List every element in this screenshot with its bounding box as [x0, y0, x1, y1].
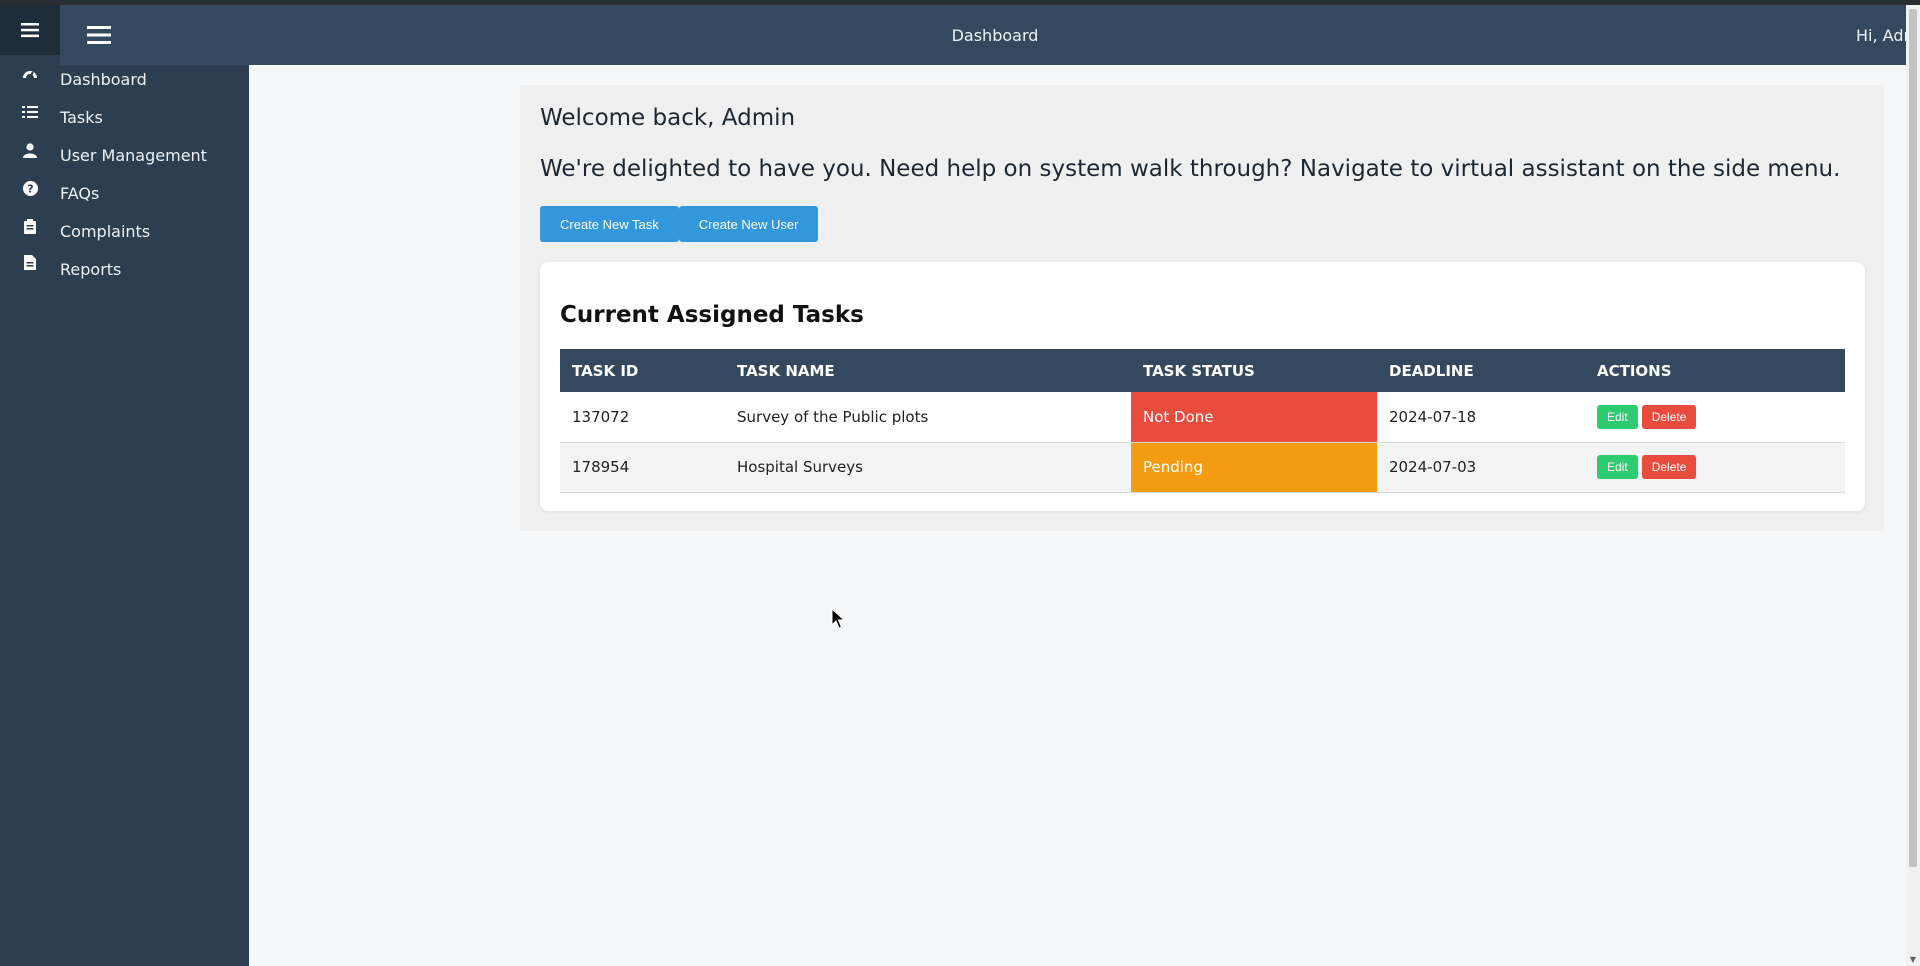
menu-icon: [21, 23, 39, 38]
menu-icon: [87, 26, 111, 44]
sidebar-item-label: FAQs: [60, 183, 100, 203]
scroll-down-icon[interactable]: ▼: [1906, 952, 1920, 966]
sidebar-item-faqs[interactable]: FAQs: [60, 174, 249, 212]
task-name-cell: Survey of the Public plots: [725, 392, 1131, 443]
edit-button[interactable]: Edit: [1597, 455, 1638, 479]
page-scrollbar[interactable]: ▲ ▼: [1906, 5, 1920, 966]
welcome-message: We're delighted to have you. Need help o…: [540, 156, 1841, 182]
sidebar-item-label: Dashboard: [60, 69, 147, 89]
sidebar-item-dashboard[interactable]: Dashboard: [60, 60, 249, 98]
table-row: 178954 Hospital Surveys Pending 2024-07-…: [560, 442, 1845, 493]
column-header-actions: ACTIONS: [1585, 349, 1845, 392]
welcome-panel: Welcome back, Admin We're delighted to h…: [520, 85, 1884, 531]
question-circle-icon[interactable]: ?: [0, 169, 60, 207]
hamburger-menu-button[interactable]: [84, 20, 114, 50]
column-header-task-id: TASK ID: [560, 349, 725, 392]
rail-menu-toggle[interactable]: [0, 5, 60, 55]
deadline-cell: 2024-07-03: [1377, 442, 1585, 493]
file-icon[interactable]: [0, 243, 60, 281]
edit-button[interactable]: Edit: [1597, 404, 1638, 429]
user-greeting[interactable]: Hi, Admin: [1856, 5, 1906, 65]
svg-text:?: ?: [27, 182, 33, 195]
create-new-task-button[interactable]: Create New Task: [540, 206, 679, 242]
deadline-cell: 2024-07-18: [1377, 392, 1585, 443]
delete-button[interactable]: Delete: [1641, 455, 1697, 479]
sidebar-item-label: Tasks: [60, 107, 103, 127]
sidebar-item-label: User Management: [60, 145, 207, 165]
sidebar-item-user-management[interactable]: User Management: [60, 136, 249, 174]
sidebar-item-label: Reports: [60, 259, 122, 279]
tasks-card: Current Assigned Tasks TASK ID TASK NAME…: [540, 262, 1865, 511]
task-name-cell: Hospital Surveys: [725, 442, 1131, 493]
dashboard-icon[interactable]: [0, 55, 60, 93]
scroll-thumb[interactable]: [1909, 9, 1917, 867]
tasks-list-icon[interactable]: [0, 93, 60, 131]
user-icon[interactable]: [0, 131, 60, 169]
welcome-title: Welcome back, Admin: [540, 105, 796, 131]
table-header-row: TASK ID TASK NAME TASK STATUS DEADLINE A…: [560, 349, 1845, 392]
sidebar-item-complaints[interactable]: Complaints: [60, 212, 249, 250]
create-new-user-button[interactable]: Create New User: [678, 206, 819, 242]
sidebar-item-tasks[interactable]: Tasks: [60, 98, 249, 136]
actions-cell: Edit Delete: [1585, 442, 1845, 493]
delete-button[interactable]: Delete: [1641, 404, 1697, 429]
column-header-task-status: TASK STATUS: [1131, 349, 1377, 392]
sidebar: ? Dashboard Tasks User Management FAQs C…: [0, 5, 249, 966]
actions-cell: Edit Delete: [1585, 392, 1845, 443]
icon-rail: ?: [0, 5, 60, 966]
sidebar-item-reports[interactable]: Reports: [60, 250, 249, 288]
task-id-cell: 137072: [560, 392, 725, 443]
top-navbar: Dashboard Hi, Admin: [60, 5, 1906, 65]
mouse-cursor-icon: [831, 608, 845, 629]
sidebar-nav: Dashboard Tasks User Management FAQs Com…: [60, 60, 249, 288]
column-header-deadline: DEADLINE: [1377, 349, 1585, 392]
tasks-heading: Current Assigned Tasks: [560, 302, 864, 328]
task-id-cell: 178954: [560, 442, 725, 493]
sidebar-item-label: Complaints: [60, 221, 151, 241]
table-row: 137072 Survey of the Public plots Not Do…: [560, 392, 1845, 443]
column-header-task-name: TASK NAME: [725, 349, 1131, 392]
tasks-table: TASK ID TASK NAME TASK STATUS DEADLINE A…: [560, 349, 1845, 493]
page-title: Dashboard: [951, 25, 1039, 45]
task-status-cell: Pending: [1131, 442, 1377, 493]
task-status-cell: Not Done: [1131, 392, 1377, 443]
clipboard-icon[interactable]: [0, 207, 60, 245]
action-buttons: Create New Task Create New User: [540, 206, 819, 242]
